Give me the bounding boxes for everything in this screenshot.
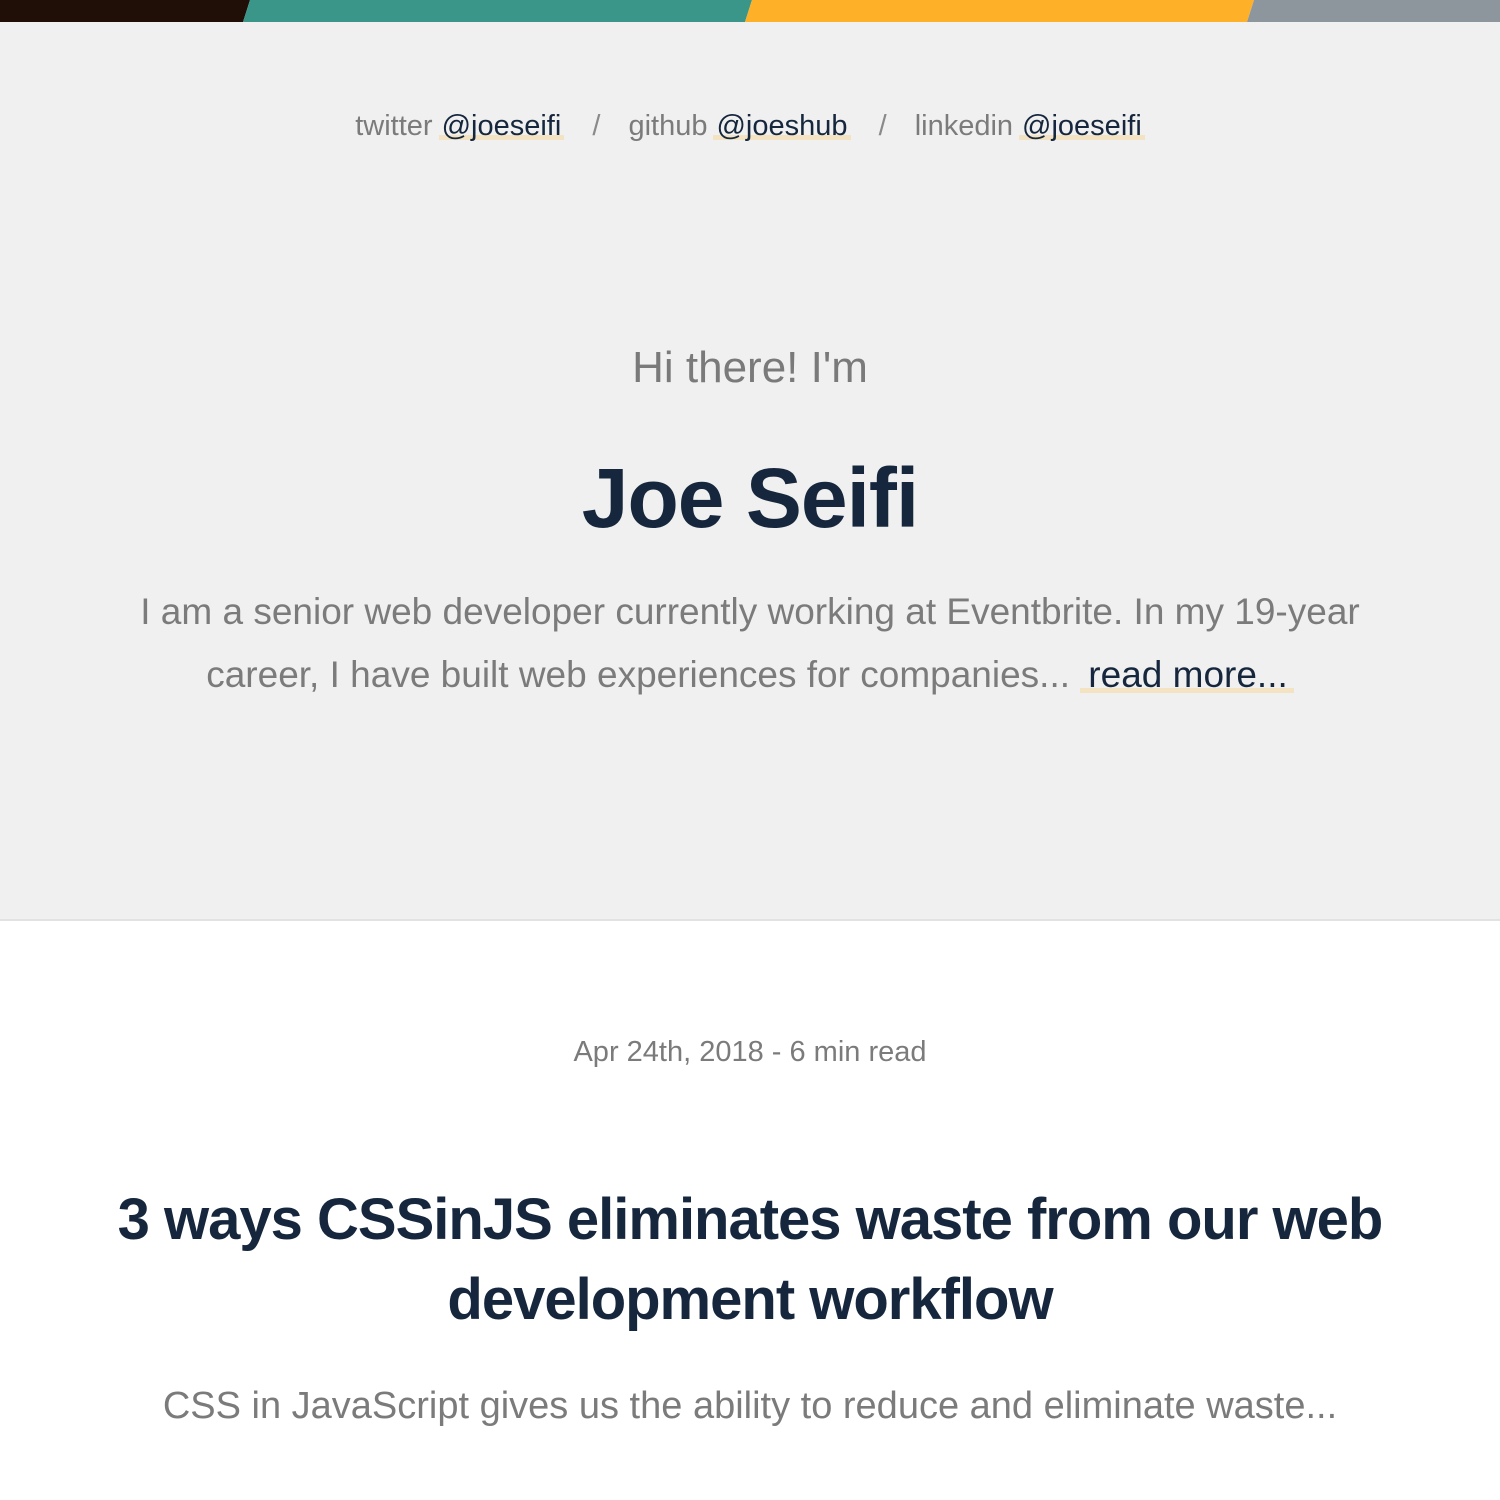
- github-link[interactable]: @joeshub: [713, 110, 851, 142]
- article-meta: Apr 24th, 2018 - 6 min read: [573, 1036, 927, 1068]
- github-label: github: [628, 110, 708, 142]
- top-color-bar-graphic: [0, 0, 1500, 22]
- color-bar-segment-2: [243, 0, 752, 22]
- color-bar-segment-3: [745, 0, 1254, 22]
- intro-paragraph: I am a senior web developer currently wo…: [130, 580, 1370, 706]
- twitter-label: twitter: [355, 110, 433, 142]
- greeting-text: Hi there! I'm: [632, 343, 868, 392]
- read-more-link[interactable]: read more...: [1080, 654, 1294, 695]
- top-color-bar: [0, 0, 1500, 22]
- article-excerpt: CSS in JavaScript gives us the ability t…: [162, 1385, 1338, 1427]
- page: twitter @joeseifi / github @joeshub / link…: [0, 0, 1500, 1500]
- color-bar-segment-4: [1247, 0, 1500, 22]
- twitter-link[interactable]: @joeseifi: [438, 110, 565, 142]
- separator: /: [878, 110, 887, 142]
- linkedin-label: linkedin: [914, 110, 1014, 142]
- social-links: twitter @joeseifi / github @joeshub / link…: [0, 106, 1500, 146]
- linkedin-link[interactable]: @joeseifi: [1019, 110, 1145, 142]
- author-name: Joe Seifi: [581, 451, 919, 545]
- article-title-link[interactable]: 3 ways CSSinJS eliminates waste from our…: [50, 1180, 1450, 1340]
- separator: /: [592, 110, 601, 142]
- color-bar-segment-1: [0, 0, 250, 22]
- hero-section: twitter @joeseifi / github @joeshub / link…: [0, 22, 1500, 921]
